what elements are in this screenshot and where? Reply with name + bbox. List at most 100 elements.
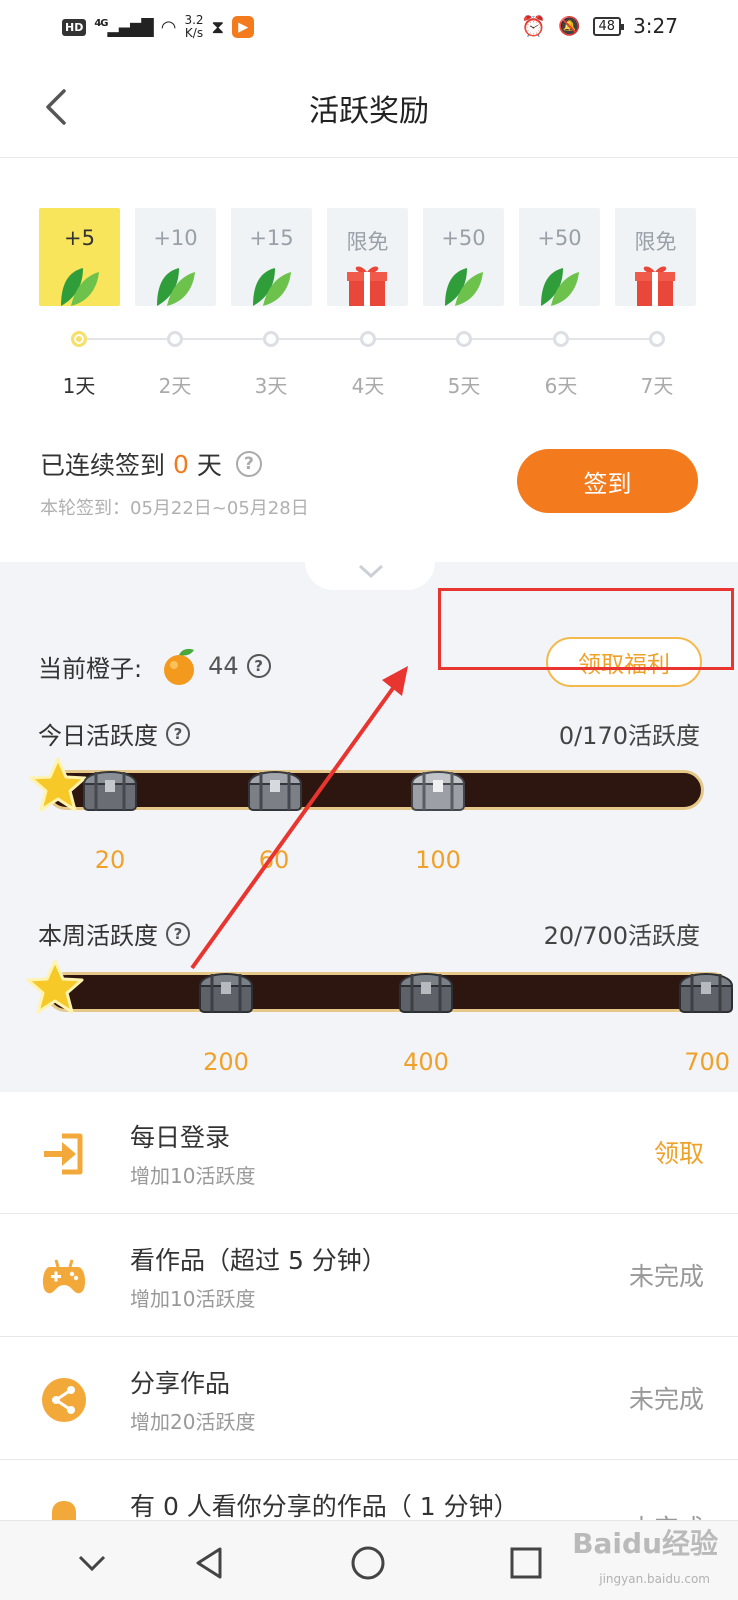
task-title: 分享作品 (130, 1369, 231, 1398)
watermark-url: jingyan.baidu.com (599, 1572, 710, 1586)
day-reward: +15 (249, 226, 294, 250)
task-status: 未完成 (628, 1385, 704, 1414)
login-icon (44, 1133, 83, 1175)
milestone-label: 20 (94, 846, 126, 874)
day-card-6[interactable]: +50 (519, 208, 600, 306)
orange-label: 当前橙子: (38, 654, 143, 683)
task-title: 有 0 人看你分享的作品（ 1 分钟） (130, 1492, 519, 1521)
chest-icon[interactable] (80, 762, 140, 814)
day-label: 6天 (544, 374, 578, 398)
watermark-logo: Baidu经验 (572, 1527, 718, 1560)
day-label: 1天 (62, 374, 96, 398)
task-status: 未完成 (628, 1262, 704, 1291)
nav-bar: 活跃奖励 (0, 62, 738, 158)
timeline-dot (649, 331, 665, 347)
orange-balance: 当前橙子: 44 ? (38, 646, 271, 686)
day-label: 2天 (158, 374, 192, 398)
task-subtitle: 增加20活跃度 (130, 1410, 256, 1434)
day-reward: +50 (537, 226, 582, 250)
clock: 3:27 (633, 14, 678, 38)
milestone-label: 60 (258, 846, 290, 874)
week-activity-value: 20/700活跃度 (543, 922, 700, 950)
star-icon (26, 959, 84, 1014)
recents-square-icon[interactable] (506, 1543, 546, 1583)
today-progress-track (46, 770, 704, 810)
chest-icon[interactable] (676, 964, 736, 1016)
streak-prefix: 已连续签到 (40, 451, 166, 480)
gamepad-icon (42, 1259, 86, 1294)
day-label: 3天 (254, 374, 288, 398)
mute-bell-icon: 🔕 (558, 15, 581, 37)
task-title: 看作品（超过 5 分钟） (130, 1246, 387, 1275)
today-label-text: 今日活跃度 (38, 722, 158, 750)
leaf-icon (445, 268, 483, 306)
annotation-box (438, 588, 734, 670)
day-reward: +50 (441, 226, 486, 250)
video-app-icon: ▶ (232, 16, 255, 38)
home-circle-icon[interactable] (348, 1543, 388, 1583)
leaf-icon (541, 268, 579, 306)
timeline-dot (263, 331, 279, 347)
day-card-7[interactable]: 限免 (615, 208, 696, 306)
chest-icon[interactable] (196, 964, 256, 1016)
day-reward: +5 (64, 226, 95, 250)
battery-icon: 48 (592, 16, 624, 36)
signal-icon: 4G▂▄▆█ (94, 17, 153, 37)
page-title: 活跃奖励 (309, 94, 429, 129)
day-reward: 限免 (346, 230, 389, 254)
hourglass-icon: ⧗ (211, 16, 225, 38)
milestone-label: 700 (684, 1048, 730, 1076)
streak-suffix: 天 (196, 451, 222, 480)
back-triangle-icon[interactable] (190, 1543, 230, 1583)
chest-icon[interactable] (245, 762, 305, 814)
help-icon[interactable]: ? (246, 654, 271, 678)
signin-button[interactable]: 签到 (517, 449, 698, 513)
status-bar: HD 4G▂▄▆█ ◠ 3.2 K/s ⧗ ▶ ⏰ 🔕 48 3:27 (0, 0, 738, 58)
streak-summary: 已连续签到 0 天 ? (40, 446, 262, 482)
today-activity-value: 0/170活跃度 (558, 722, 700, 750)
help-icon[interactable]: ? (166, 921, 190, 946)
share-icon (42, 1378, 86, 1422)
task-subtitle: 增加10活跃度 (130, 1164, 256, 1188)
timeline-dot (71, 331, 87, 347)
hd-badge: HD (62, 18, 87, 36)
help-icon[interactable]: ? (235, 451, 262, 477)
day-label: 5天 (447, 374, 481, 398)
star-icon (29, 757, 87, 812)
orange-count: 44 (208, 652, 239, 680)
day-card-3[interactable]: +15 (231, 208, 312, 306)
round-date: 本轮签到：05月22日~05月28日 (40, 498, 309, 519)
day-card-5[interactable]: +50 (423, 208, 504, 306)
day-card-1[interactable]: +5 (39, 208, 120, 306)
day-label: 7天 (640, 374, 674, 398)
leaf-icon (61, 268, 99, 306)
day-label: 4天 (351, 374, 385, 398)
claim-button[interactable]: 领取 (654, 1134, 704, 1170)
today-activity-label: 今日活跃度 ? (38, 716, 190, 751)
leaf-icon (157, 268, 195, 306)
chest-icon[interactable] (408, 762, 468, 814)
alarm-icon: ⏰ (521, 14, 547, 38)
network-speed: 3.2 K/s (184, 13, 204, 40)
day-reward: +10 (153, 226, 198, 250)
milestone-label: 200 (203, 1048, 249, 1076)
chevron-down-icon[interactable] (72, 1543, 112, 1583)
task-subtitle: 增加10活跃度 (130, 1287, 256, 1311)
task-item-share: 分享作品 增加20活跃度 未完成 (0, 1338, 738, 1460)
streak-count: 0 (173, 449, 189, 479)
timeline-dot (553, 331, 569, 347)
signin-days: +5 +10 +15 限免 +50 +50 限免 (39, 208, 696, 306)
week-label-text: 本周活跃度 (38, 922, 158, 950)
leaf-icon (253, 268, 291, 306)
day-card-2[interactable]: +10 (135, 208, 216, 306)
day-card-4[interactable]: 限免 (327, 208, 408, 306)
timeline-dot (456, 331, 472, 347)
timeline-dot (167, 331, 183, 347)
wifi-icon: ◠ (160, 16, 177, 38)
chest-icon[interactable] (396, 964, 456, 1016)
orange-icon (164, 648, 195, 685)
task-title: 每日登录 (130, 1123, 231, 1152)
milestone-label: 400 (403, 1048, 449, 1076)
timeline-dot (360, 331, 376, 347)
help-icon[interactable]: ? (166, 721, 190, 746)
